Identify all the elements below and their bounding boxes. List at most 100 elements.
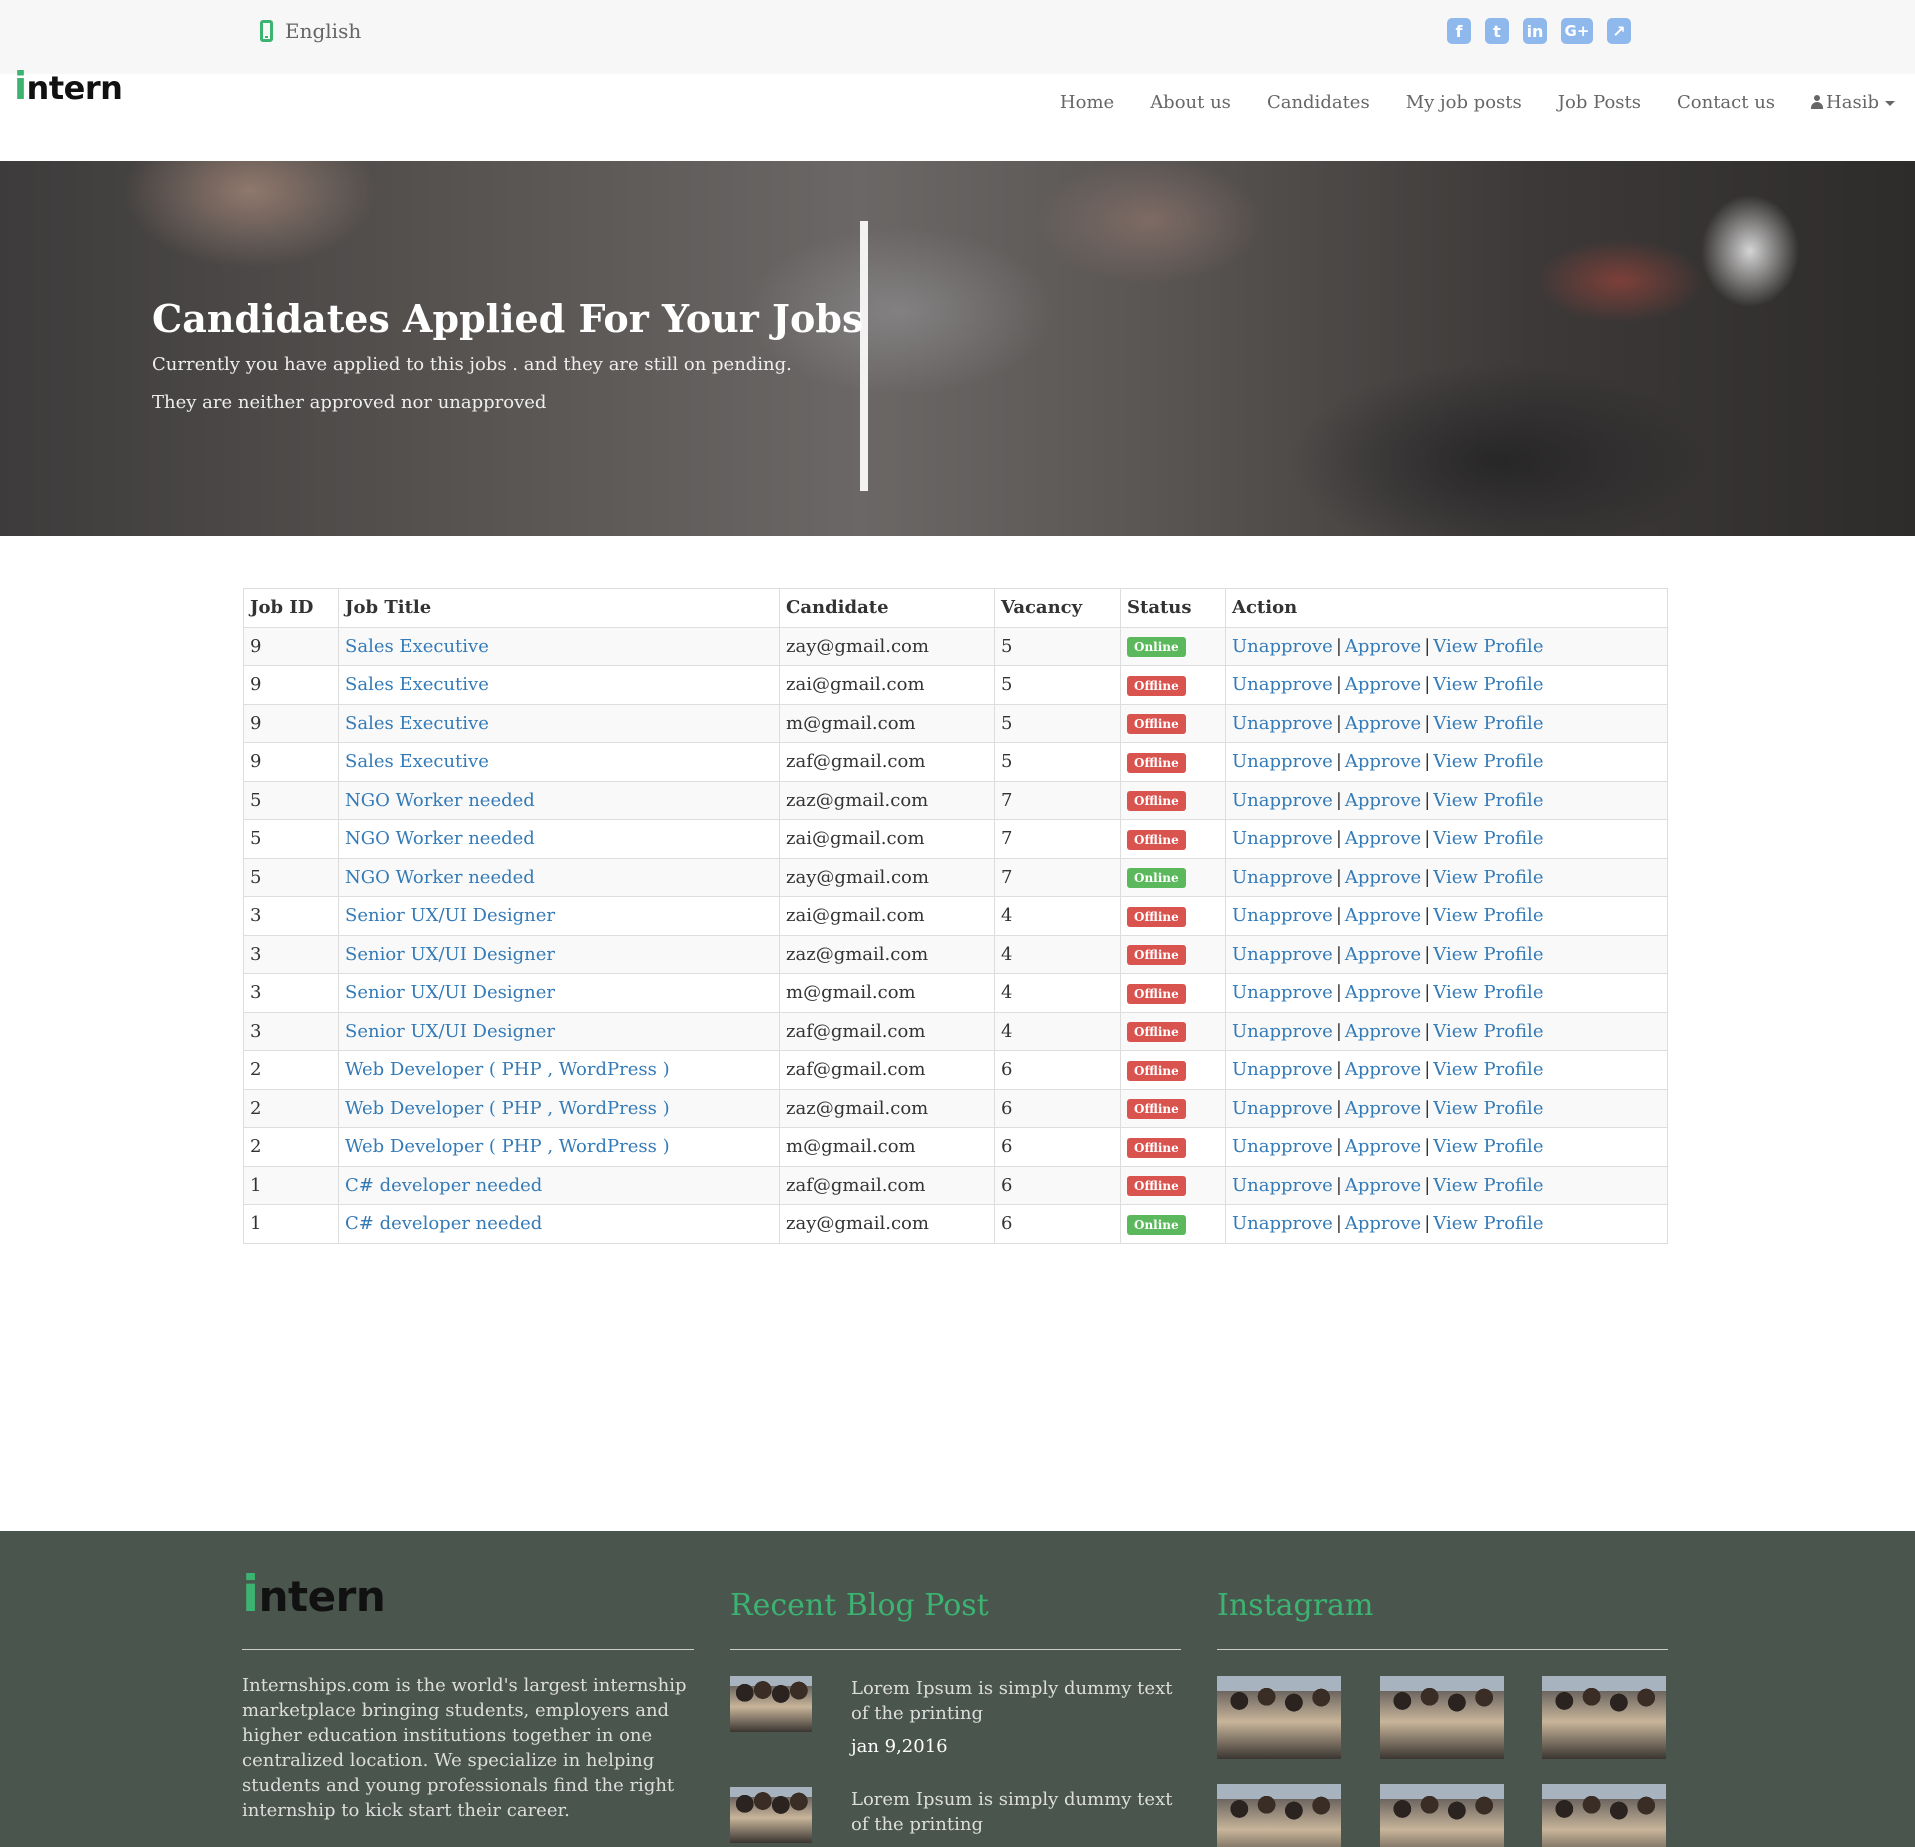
- action-cell: Unapprove | Approve | View Profile: [1225, 780, 1668, 820]
- unapprove-link[interactable]: Unapprove: [1232, 828, 1333, 849]
- job-title-link[interactable]: Sales Executive: [345, 751, 489, 772]
- action-cell: Unapprove | Approve | View Profile: [1225, 896, 1668, 936]
- unapprove-link[interactable]: Unapprove: [1232, 982, 1333, 1003]
- share-icon[interactable]: ↗: [1607, 18, 1631, 44]
- table-row: 9 Sales Executive zai@gmail.com 5 Offline Una…: [243, 665, 1668, 705]
- approve-link[interactable]: Approve: [1345, 1021, 1421, 1042]
- candidate-cell: m@gmail.com: [779, 703, 995, 743]
- nav-my-job-posts[interactable]: My job posts: [1388, 92, 1540, 113]
- job-title-link[interactable]: Senior UX/UI Designer: [345, 944, 555, 965]
- unapprove-link[interactable]: Unapprove: [1232, 1213, 1333, 1234]
- instagram-photo[interactable]: [1542, 1784, 1666, 1847]
- unapprove-link[interactable]: Unapprove: [1232, 905, 1333, 926]
- candidate-cell: zai@gmail.com: [779, 665, 995, 705]
- nav-home[interactable]: Home: [1042, 92, 1132, 113]
- view-profile-link[interactable]: View Profile: [1433, 1136, 1543, 1157]
- view-profile-link[interactable]: View Profile: [1433, 905, 1543, 926]
- job-title-link[interactable]: Web Developer ( PHP , WordPress ): [345, 1136, 670, 1157]
- footer-logo[interactable]: intern: [242, 1565, 386, 1623]
- instagram-photo[interactable]: [1217, 1676, 1341, 1759]
- approve-link[interactable]: Approve: [1345, 867, 1421, 888]
- view-profile-link[interactable]: View Profile: [1433, 636, 1543, 657]
- blog-post-title[interactable]: Lorem Ipsum is simply dummy text of the …: [851, 1787, 1181, 1837]
- blog-post-thumbnail[interactable]: [730, 1787, 812, 1843]
- nav-job-posts[interactable]: Job Posts: [1540, 92, 1659, 113]
- unapprove-link[interactable]: Unapprove: [1232, 1059, 1333, 1080]
- approve-link[interactable]: Approve: [1345, 828, 1421, 849]
- view-profile-link[interactable]: View Profile: [1433, 828, 1543, 849]
- instagram-photo[interactable]: [1380, 1784, 1504, 1847]
- job-id-cell: 1: [243, 1165, 339, 1205]
- approve-link[interactable]: Approve: [1345, 713, 1421, 734]
- blog-post-title[interactable]: Lorem Ipsum is simply dummy text of the …: [851, 1676, 1181, 1726]
- linkedin-icon[interactable]: in: [1523, 18, 1547, 44]
- user-menu[interactable]: Hasib: [1793, 92, 1895, 113]
- table-row: 1 C# developer needed zay@gmail.com 6 Online…: [243, 1204, 1668, 1244]
- job-title-link[interactable]: Senior UX/UI Designer: [345, 905, 555, 926]
- job-title-link[interactable]: Senior UX/UI Designer: [345, 982, 555, 1003]
- twitter-icon[interactable]: t: [1485, 18, 1509, 44]
- view-profile-link[interactable]: View Profile: [1433, 944, 1543, 965]
- approve-link[interactable]: Approve: [1345, 1098, 1421, 1119]
- site-logo[interactable]: intern: [14, 64, 123, 108]
- job-title-link[interactable]: Senior UX/UI Designer: [345, 1021, 555, 1042]
- google-plus-icon[interactable]: G+: [1561, 18, 1593, 44]
- approve-link[interactable]: Approve: [1345, 790, 1421, 811]
- unapprove-link[interactable]: Unapprove: [1232, 751, 1333, 772]
- job-title-link[interactable]: Sales Executive: [345, 713, 489, 734]
- unapprove-link[interactable]: Unapprove: [1232, 1136, 1333, 1157]
- approve-link[interactable]: Approve: [1345, 1213, 1421, 1234]
- approve-link[interactable]: Approve: [1345, 751, 1421, 772]
- unapprove-link[interactable]: Unapprove: [1232, 1098, 1333, 1119]
- view-profile-link[interactable]: View Profile: [1433, 1098, 1543, 1119]
- job-title-link[interactable]: NGO Worker needed: [345, 790, 535, 811]
- job-title-link[interactable]: NGO Worker needed: [345, 867, 535, 888]
- job-title-link[interactable]: Sales Executive: [345, 674, 489, 695]
- instagram-photo[interactable]: [1217, 1784, 1341, 1847]
- unapprove-link[interactable]: Unapprove: [1232, 944, 1333, 965]
- job-title-link[interactable]: NGO Worker needed: [345, 828, 535, 849]
- unapprove-link[interactable]: Unapprove: [1232, 713, 1333, 734]
- job-id-cell: 2: [243, 1088, 339, 1128]
- job-title-cell: Sales Executive: [338, 703, 780, 743]
- view-profile-link[interactable]: View Profile: [1433, 982, 1543, 1003]
- view-profile-link[interactable]: View Profile: [1433, 713, 1543, 734]
- unapprove-link[interactable]: Unapprove: [1232, 1175, 1333, 1196]
- approve-link[interactable]: Approve: [1345, 905, 1421, 926]
- job-id-cell: 3: [243, 973, 339, 1013]
- unapprove-link[interactable]: Unapprove: [1232, 674, 1333, 695]
- nav-about-us[interactable]: About us: [1132, 92, 1249, 113]
- job-title-link[interactable]: Web Developer ( PHP , WordPress ): [345, 1098, 670, 1119]
- view-profile-link[interactable]: View Profile: [1433, 1021, 1543, 1042]
- status-badge: Offline: [1127, 1176, 1186, 1197]
- job-title-link[interactable]: Web Developer ( PHP , WordPress ): [345, 1059, 670, 1080]
- view-profile-link[interactable]: View Profile: [1433, 674, 1543, 695]
- nav-contact-us[interactable]: Contact us: [1659, 92, 1793, 113]
- view-profile-link[interactable]: View Profile: [1433, 751, 1543, 772]
- approve-link[interactable]: Approve: [1345, 636, 1421, 657]
- unapprove-link[interactable]: Unapprove: [1232, 790, 1333, 811]
- view-profile-link[interactable]: View Profile: [1433, 1213, 1543, 1234]
- view-profile-link[interactable]: View Profile: [1433, 1059, 1543, 1080]
- facebook-icon[interactable]: f: [1447, 18, 1471, 44]
- nav-candidates[interactable]: Candidates: [1249, 92, 1388, 113]
- job-title-link[interactable]: Sales Executive: [345, 636, 489, 657]
- approve-link[interactable]: Approve: [1345, 1175, 1421, 1196]
- unapprove-link[interactable]: Unapprove: [1232, 867, 1333, 888]
- language-selector[interactable]: English: [260, 19, 361, 43]
- instagram-photo[interactable]: [1542, 1676, 1666, 1759]
- approve-link[interactable]: Approve: [1345, 982, 1421, 1003]
- job-title-link[interactable]: C# developer needed: [345, 1213, 542, 1234]
- job-title-link[interactable]: C# developer needed: [345, 1175, 542, 1196]
- view-profile-link[interactable]: View Profile: [1433, 790, 1543, 811]
- approve-link[interactable]: Approve: [1345, 1136, 1421, 1157]
- unapprove-link[interactable]: Unapprove: [1232, 636, 1333, 657]
- unapprove-link[interactable]: Unapprove: [1232, 1021, 1333, 1042]
- view-profile-link[interactable]: View Profile: [1433, 1175, 1543, 1196]
- blog-post-thumbnail[interactable]: [730, 1676, 812, 1732]
- approve-link[interactable]: Approve: [1345, 1059, 1421, 1080]
- view-profile-link[interactable]: View Profile: [1433, 867, 1543, 888]
- approve-link[interactable]: Approve: [1345, 944, 1421, 965]
- instagram-photo[interactable]: [1380, 1676, 1504, 1759]
- approve-link[interactable]: Approve: [1345, 674, 1421, 695]
